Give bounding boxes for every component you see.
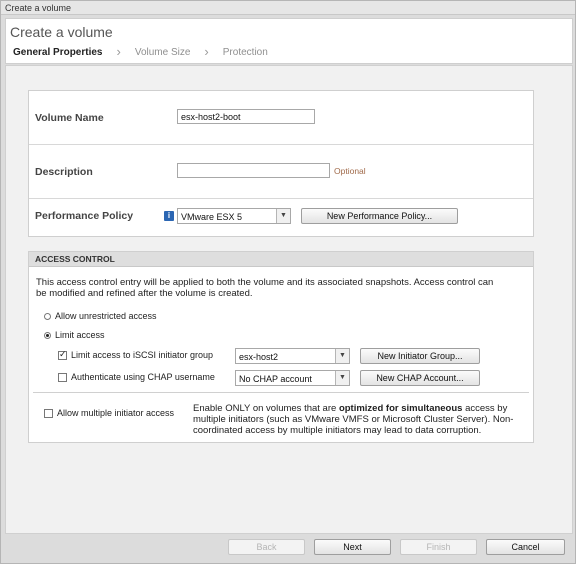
window-title: Create a volume bbox=[1, 1, 575, 15]
iscsi-group-option[interactable]: Limit access to iSCSI initiator group bbox=[58, 349, 214, 360]
description-input[interactable] bbox=[177, 163, 330, 178]
description-row: Description Optional bbox=[29, 145, 533, 199]
volume-name-input[interactable]: esx-host2-boot bbox=[177, 109, 315, 124]
step-volume-size[interactable]: Volume Size bbox=[135, 47, 191, 58]
access-control-panel: ACCESS CONTROL This access control entry… bbox=[28, 251, 534, 443]
chap-account-value: No CHAP account bbox=[239, 374, 312, 384]
volume-name-row: Volume Name esx-host2-boot bbox=[29, 91, 533, 145]
wizard-footer: Back Next Finish Cancel bbox=[5, 535, 571, 559]
multiple-initiator-label: Allow multiple initiator access bbox=[57, 408, 175, 418]
initiator-group-value: esx-host2 bbox=[239, 352, 279, 362]
limit-access-option[interactable]: Limit access bbox=[44, 330, 105, 340]
chap-account-select[interactable]: No CHAP account ▼ bbox=[235, 370, 350, 386]
chevron-right-icon: › bbox=[204, 44, 209, 59]
general-properties-panel: Volume Name esx-host2-boot Description O… bbox=[28, 90, 534, 237]
performance-policy-select[interactable]: VMware ESX 5 ▼ bbox=[177, 208, 291, 224]
warning-text-emphasis: optimized for simultaneous bbox=[338, 403, 463, 414]
limit-access-radio[interactable] bbox=[44, 331, 51, 339]
access-control-heading: ACCESS CONTROL bbox=[29, 252, 533, 267]
wizard-header: Create a volume General Properties › Vol… bbox=[5, 18, 573, 64]
warning-text-part-1: Enable ONLY on volumes that are bbox=[193, 403, 339, 414]
new-initiator-group-button[interactable]: New Initiator Group... bbox=[360, 348, 480, 364]
create-volume-dialog: Create a volume Create a volume General … bbox=[0, 0, 576, 564]
multiple-initiator-checkbox[interactable] bbox=[44, 408, 53, 418]
limit-access-label: Limit access bbox=[55, 330, 105, 340]
step-general-properties[interactable]: General Properties bbox=[13, 47, 102, 58]
chap-label: Authenticate using CHAP username bbox=[71, 372, 215, 382]
wizard-content: Volume Name esx-host2-boot Description O… bbox=[5, 65, 573, 534]
chap-checkbox[interactable] bbox=[58, 372, 67, 382]
next-button[interactable]: Next bbox=[314, 539, 391, 555]
cancel-button[interactable]: Cancel bbox=[486, 539, 565, 555]
iscsi-group-label: Limit access to iSCSI initiator group bbox=[71, 350, 214, 360]
initiator-group-select[interactable]: esx-host2 ▼ bbox=[235, 348, 350, 364]
allow-unrestricted-option[interactable]: Allow unrestricted access bbox=[44, 311, 157, 321]
allow-unrestricted-label: Allow unrestricted access bbox=[55, 311, 157, 321]
new-performance-policy-button[interactable]: New Performance Policy... bbox=[301, 208, 458, 224]
chevron-right-icon: › bbox=[116, 44, 121, 59]
new-chap-account-button[interactable]: New CHAP Account... bbox=[360, 370, 480, 386]
volume-name-label: Volume Name bbox=[35, 112, 104, 124]
performance-policy-label: Performance Policy bbox=[35, 210, 134, 222]
step-protection[interactable]: Protection bbox=[223, 47, 268, 58]
multiple-initiator-option[interactable]: Allow multiple initiator access bbox=[44, 408, 174, 418]
multiple-initiator-warning: Enable ONLY on volumes that are optimize… bbox=[193, 403, 528, 436]
performance-policy-value: VMware ESX 5 bbox=[181, 212, 243, 222]
info-icon[interactable]: i bbox=[164, 211, 174, 221]
page-title: Create a volume bbox=[10, 24, 113, 40]
optional-hint: Optional bbox=[334, 166, 366, 176]
divider bbox=[33, 392, 529, 393]
access-control-description: This access control entry will be applie… bbox=[36, 277, 494, 299]
performance-policy-row: Performance Policy i VMware ESX 5 ▼ New … bbox=[29, 199, 533, 236]
description-label: Description bbox=[35, 166, 93, 178]
chap-option[interactable]: Authenticate using CHAP username bbox=[58, 372, 215, 382]
chevron-down-icon: ▼ bbox=[276, 209, 290, 223]
finish-button[interactable]: Finish bbox=[400, 539, 477, 555]
chevron-down-icon: ▼ bbox=[335, 371, 349, 385]
allow-unrestricted-radio[interactable] bbox=[44, 312, 51, 320]
back-button[interactable]: Back bbox=[228, 539, 305, 555]
iscsi-group-checkbox[interactable] bbox=[58, 349, 67, 360]
wizard-steps: General Properties › Volume Size › Prote… bbox=[13, 45, 268, 59]
chevron-down-icon: ▼ bbox=[335, 349, 349, 363]
